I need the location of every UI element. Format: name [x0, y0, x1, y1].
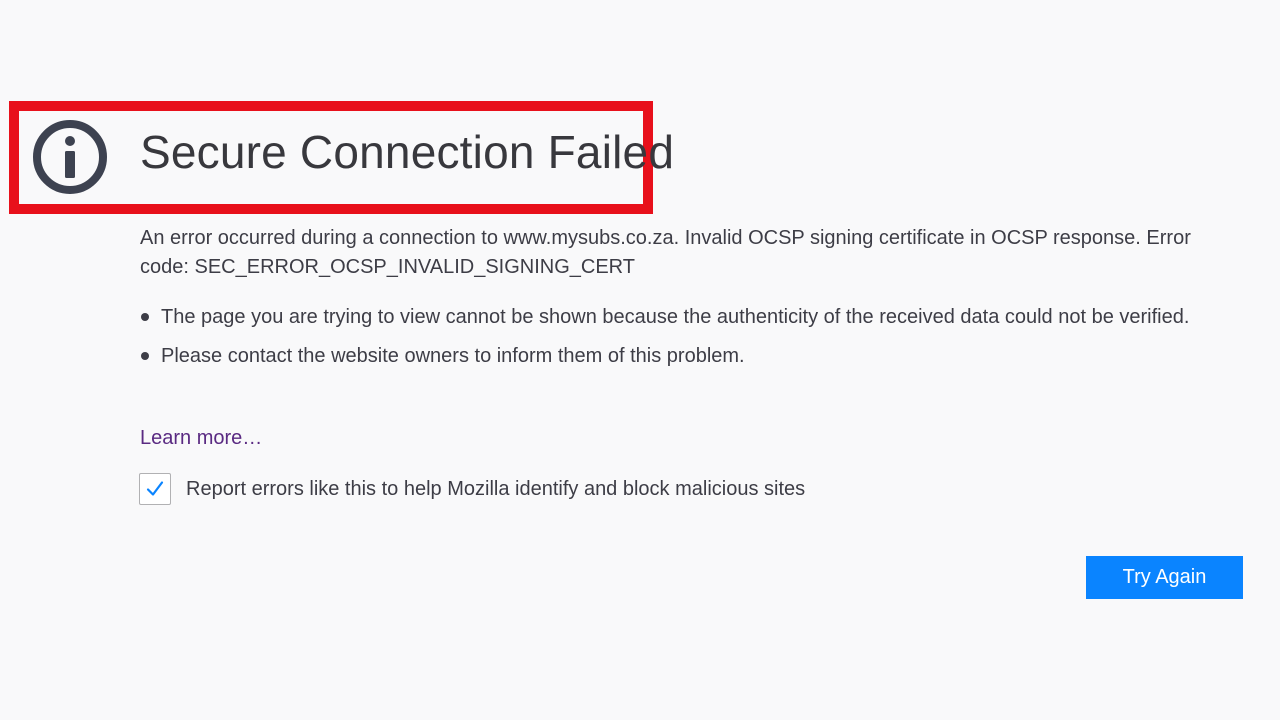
error-detail-item: The page you are trying to view cannot b…: [140, 302, 1200, 332]
info-icon: [33, 120, 107, 194]
error-page: Secure Connection Failed An error occurr…: [0, 0, 1280, 720]
report-errors-checkbox[interactable]: [139, 473, 171, 505]
checkmark-icon: [146, 481, 164, 496]
error-details-list: The page you are trying to view cannot b…: [140, 302, 1200, 380]
report-errors-label: Report errors like this to help Mozilla …: [186, 478, 806, 500]
error-description: An error occurred during a connection to…: [140, 227, 1191, 278]
page-title: Secure Connection Failed: [140, 126, 675, 178]
report-errors-option: Report errors like this to help Mozilla …: [139, 473, 805, 505]
learn-more-link[interactable]: Learn more…: [140, 424, 262, 452]
error-detail-item: Please contact the website owners to inf…: [140, 341, 1200, 371]
try-again-button[interactable]: Try Again: [1086, 556, 1243, 599]
